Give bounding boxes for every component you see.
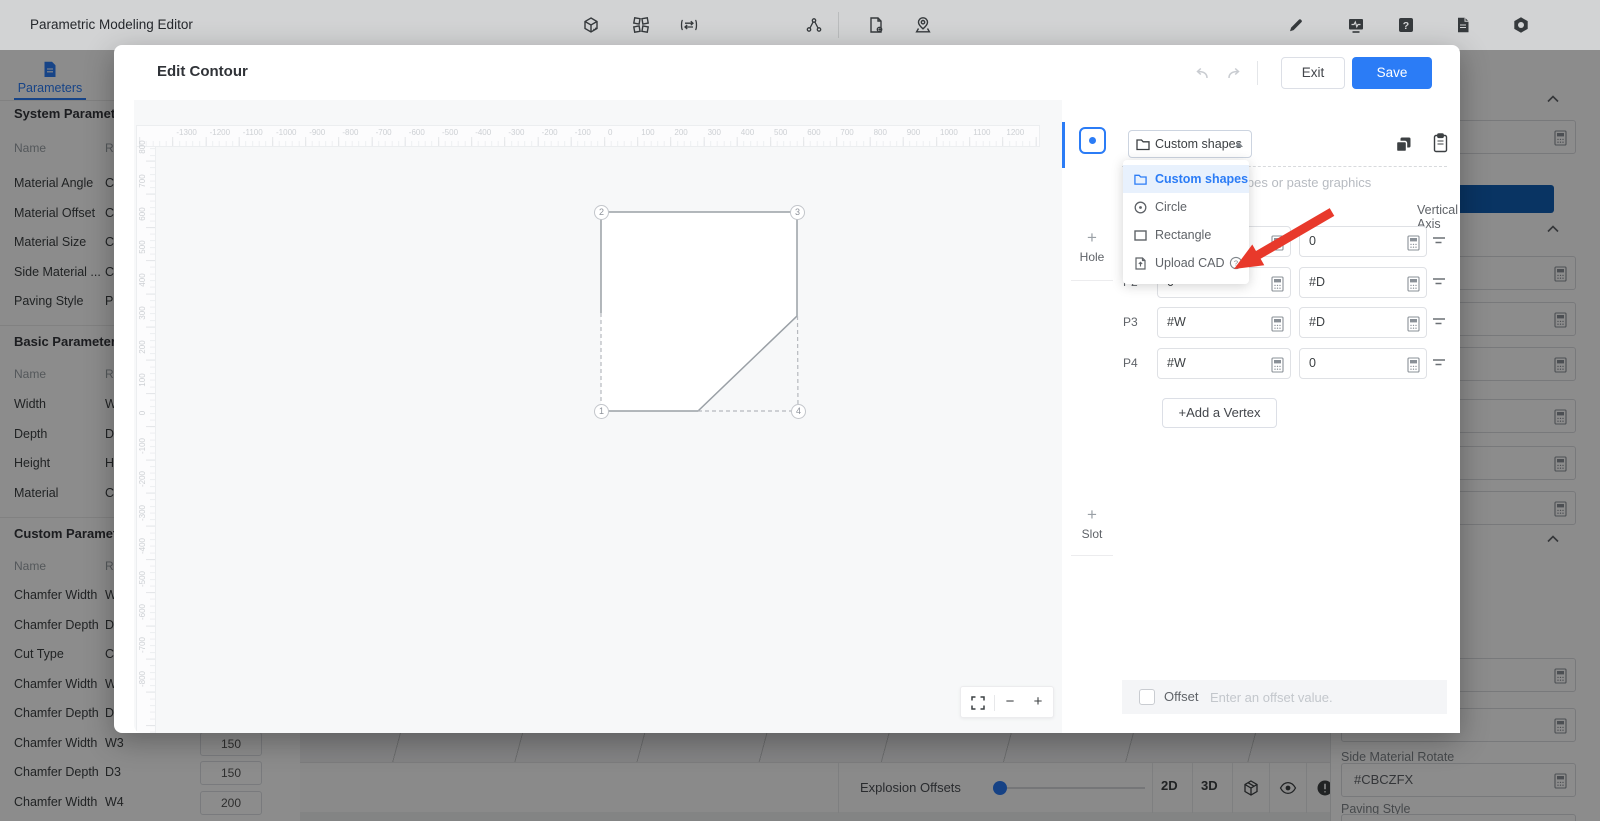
vertex-marker-1[interactable]: 1 — [594, 404, 609, 419]
menu-item-upload-cad[interactable]: Upload CAD? — [1123, 249, 1249, 277]
vertex-row-label-P4: P4 — [1123, 356, 1151, 370]
undo-icon[interactable] — [1192, 65, 1210, 81]
vertex-marker-2[interactable]: 2 — [594, 205, 609, 220]
shape-type-selected: Custom shapes — [1155, 137, 1242, 151]
calculator-icon[interactable] — [1407, 235, 1420, 251]
vertex-marker-3[interactable]: 3 — [790, 205, 805, 220]
caret-up-icon — [1235, 142, 1243, 147]
vertex-marker-4[interactable]: 4 — [791, 404, 806, 419]
folder-icon — [1134, 173, 1147, 186]
rectangle-icon — [1134, 229, 1147, 242]
add-slot-plus-icon[interactable]: + — [1062, 505, 1122, 525]
add-hole-plus-icon[interactable]: + — [1062, 228, 1122, 248]
help-circle-icon[interactable]: ? — [1229, 256, 1243, 270]
redo-icon[interactable] — [1226, 65, 1244, 81]
vertex-P1-vertical-input[interactable]: 0 — [1299, 226, 1427, 257]
menu-item-circle[interactable]: Circle — [1123, 193, 1249, 221]
calculator-icon[interactable] — [1271, 316, 1284, 332]
calculator-icon[interactable] — [1271, 276, 1284, 292]
calculator-icon[interactable] — [1407, 276, 1420, 292]
vertex-P4-vertical-input[interactable]: 0 — [1299, 348, 1427, 379]
menu-item-rectangle[interactable]: Rectangle — [1123, 221, 1249, 249]
canvas-zoom-controls: − + — [960, 686, 1054, 718]
constraint-icon[interactable] — [1432, 236, 1446, 246]
svg-text:?: ? — [1234, 259, 1238, 268]
upload-cad-icon — [1134, 257, 1147, 270]
calculator-icon[interactable] — [1271, 357, 1284, 373]
app-screen: Parametric Modeling Editor ? — [0, 0, 1600, 821]
modal-title: Edit Contour — [157, 63, 248, 80]
calculator-icon[interactable] — [1407, 316, 1420, 332]
offset-value-input[interactable] — [1210, 684, 1435, 710]
folder-icon — [1136, 138, 1150, 151]
shape-tool-column: + Hole + Slot — [1062, 100, 1122, 733]
vertex-P3-horizontal-input[interactable]: #W — [1157, 307, 1291, 338]
add-vertex-button[interactable]: +Add a Vertex — [1162, 398, 1277, 428]
calculator-icon[interactable] — [1407, 357, 1420, 373]
copy-icon[interactable] — [1395, 136, 1412, 153]
menu-item-label: Custom shapes — [1155, 172, 1248, 186]
top-bar: Parametric Modeling Editor ? — [0, 0, 1600, 50]
menu-item-label: Circle — [1155, 200, 1187, 214]
constraint-icon[interactable] — [1432, 358, 1446, 368]
offset-label: Offset — [1164, 689, 1198, 704]
vertex-P3-vertical-input[interactable]: #D — [1299, 307, 1427, 338]
topbar-dim-overlay — [0, 0, 1600, 50]
circle-icon — [1134, 201, 1147, 214]
constraint-icon[interactable] — [1432, 317, 1446, 327]
menu-item-custom-shapes[interactable]: Custom shapes — [1123, 165, 1249, 193]
zoom-in-button[interactable]: + — [1023, 687, 1053, 719]
shape-type-menu: Custom shapes Circle Rectangle Upload CAD? — [1123, 160, 1249, 284]
constraint-icon[interactable] — [1432, 277, 1446, 287]
contour-tool-icon[interactable] — [1079, 127, 1106, 154]
shape-type-dropdown[interactable]: Custom shapes — [1128, 130, 1252, 158]
offset-checkbox[interactable] — [1139, 689, 1155, 705]
zoom-out-button[interactable]: − — [995, 687, 1025, 719]
menu-item-label: Rectangle — [1155, 228, 1211, 242]
calculator-icon[interactable] — [1271, 235, 1284, 251]
save-button[interactable]: Save — [1352, 57, 1432, 89]
paste-icon[interactable] — [1433, 133, 1448, 153]
vertex-P4-horizontal-input[interactable]: #W — [1157, 348, 1291, 379]
vertex-P2-vertical-input[interactable]: #D — [1299, 267, 1427, 298]
offset-footer: Offset — [1122, 680, 1447, 714]
add-hole-button[interactable]: Hole — [1062, 250, 1122, 264]
active-tool-accent — [1062, 122, 1065, 168]
contour-canvas[interactable]: -1300-1200-1100-1000-900-800-700-600-500… — [134, 100, 1062, 733]
menu-item-label: Upload CAD — [1155, 256, 1224, 270]
edit-contour-modal: Edit Contour Exit Save -1300-1200-1100-1… — [114, 45, 1460, 733]
fit-screen-icon[interactable] — [963, 687, 993, 719]
vertex-row-label-P3: P3 — [1123, 315, 1151, 329]
add-slot-button[interactable]: Slot — [1062, 527, 1122, 541]
exit-button[interactable]: Exit — [1281, 57, 1345, 89]
